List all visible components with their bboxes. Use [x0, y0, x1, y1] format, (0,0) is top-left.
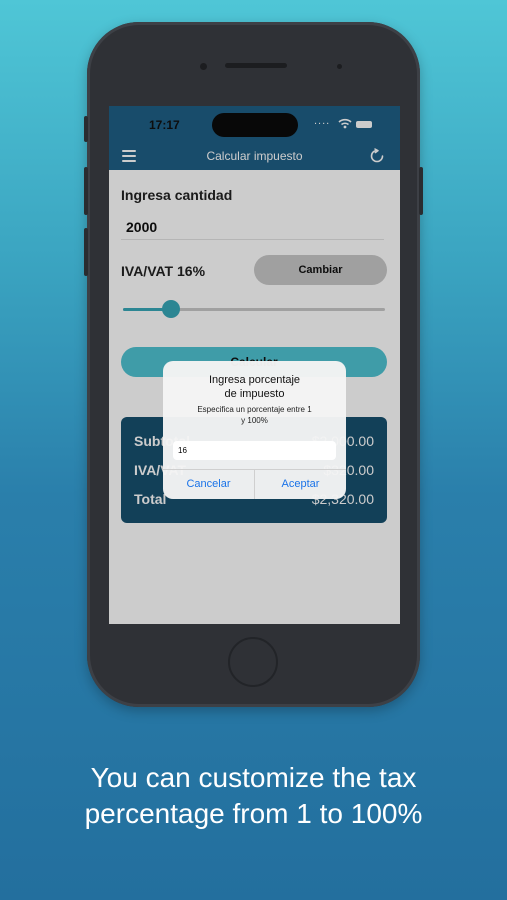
dialog-message-line2: y 100%	[241, 416, 268, 425]
accept-button[interactable]: Aceptar	[255, 469, 346, 499]
dialog-message-line1: Especifica un porcentaje entre 1	[197, 405, 312, 414]
power-button	[419, 167, 423, 215]
tax-percentage-dialog: Ingresa porcentaje de impuesto Especific…	[163, 361, 346, 499]
volume-up-button	[84, 167, 88, 215]
dialog-title-line1: Ingresa porcentaje	[208, 374, 301, 386]
sensor-dot	[337, 64, 342, 69]
percentage-input[interactable]	[173, 441, 336, 460]
promo-caption: You can customize the tax percentage fro…	[0, 760, 507, 832]
caption-line1: You can customize the tax	[90, 762, 417, 793]
caption-line2: percentage from 1 to 100%	[84, 798, 423, 829]
earpiece-speaker	[225, 63, 287, 68]
app-screen: 17:17 .... Calcular impuesto Ingresa can…	[109, 106, 400, 624]
front-camera	[200, 63, 207, 70]
dialog-title: Ingresa porcentaje de impuesto	[163, 373, 346, 401]
mute-switch	[84, 116, 88, 142]
cancel-button[interactable]: Cancelar	[163, 469, 254, 499]
volume-down-button	[84, 228, 88, 276]
dialog-message: Especifica un porcentaje entre 1 y 100%	[163, 404, 346, 426]
home-button	[228, 637, 278, 687]
dialog-title-line2: de impuesto	[224, 388, 285, 400]
